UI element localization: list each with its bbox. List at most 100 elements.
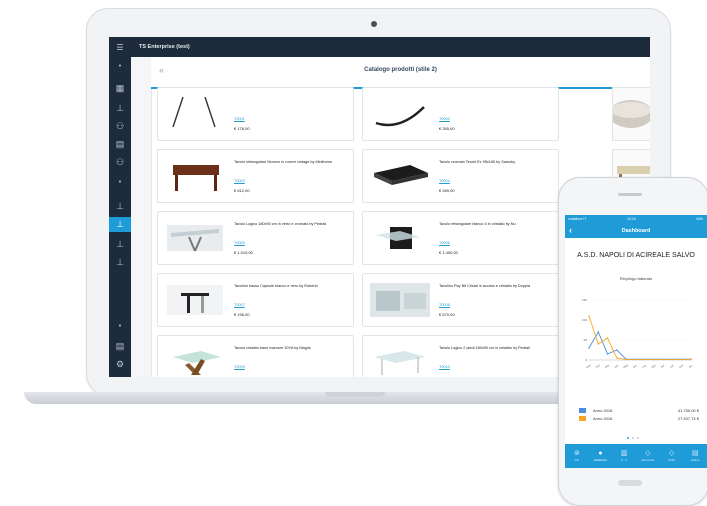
product-code-link[interactable]: T0004 bbox=[439, 179, 450, 183]
app-title: TS Enterprise (test) bbox=[139, 44, 190, 50]
product-price: € 289,00 bbox=[439, 188, 455, 193]
tag-icon: ◇ bbox=[668, 450, 675, 457]
hierarchy-icon[interactable]: ⊥ bbox=[109, 199, 131, 214]
product-image bbox=[367, 94, 433, 134]
data-point bbox=[588, 315, 590, 317]
status-bar: vodafone IT 10:15 44% bbox=[565, 215, 707, 223]
data-point bbox=[625, 358, 627, 361]
sidebar-bullet-icon[interactable]: • bbox=[109, 319, 131, 334]
clipboard-icon[interactable]: ▤ bbox=[109, 137, 131, 152]
tab-bar: ⊚ Info ● Dashboard ▥ K - V ◇ Documenti ◇ Ordi… bbox=[565, 444, 707, 468]
product-card[interactable]: Tavolo Logico 180x90 cm in vetro e croma… bbox=[157, 211, 354, 265]
phone-speaker bbox=[618, 193, 642, 196]
product-name: Tavolo cristallo base marrone 30YA by Ma… bbox=[234, 346, 311, 350]
product-image bbox=[367, 156, 433, 196]
product-code-link[interactable]: T0010 bbox=[439, 365, 450, 369]
product-card[interactable]: Tavolino basso Capsule bianco e nero by … bbox=[157, 273, 354, 327]
page-indicator bbox=[627, 437, 639, 439]
app-header: ‹ Dashboard bbox=[565, 223, 707, 238]
product-name: Tavolo Logico 180x90 cm in vetro e croma… bbox=[234, 222, 327, 226]
product-code-link[interactable]: T0003 bbox=[234, 179, 245, 183]
data-point bbox=[588, 347, 590, 349]
legend-label: Anno 2016 bbox=[593, 416, 613, 421]
product-price: € 178,00 bbox=[234, 126, 250, 131]
product-card[interactable]: Tavolo rettangolare bianco 4 in cristall… bbox=[362, 211, 559, 265]
x-tick-label: Dic bbox=[688, 363, 694, 369]
product-image bbox=[162, 342, 228, 377]
product-card-partial[interactable] bbox=[612, 87, 650, 141]
product-price: € 265,00 bbox=[439, 126, 455, 131]
sidebar: • ▦ ⊥ ⚇ ▤ ⚇ • ⊥ ⊥ ⊥ ⊥ • ▤ ⚙ bbox=[109, 57, 131, 377]
product-code-link[interactable]: T0006 bbox=[439, 241, 450, 245]
x-tick-label: Set bbox=[660, 363, 666, 369]
product-price: € 1.015,00 bbox=[234, 250, 253, 255]
product-code-link[interactable]: T0001 bbox=[234, 117, 245, 121]
data-point bbox=[597, 343, 599, 345]
product-image bbox=[162, 218, 228, 258]
product-card[interactable]: Tavolo Logico 2 piedi 180x90 cm in crist… bbox=[362, 335, 559, 377]
product-name: Tavolino Pay Bit Cristal in acciaio e cr… bbox=[439, 284, 530, 288]
product-card[interactable]: Tavolo rettangolare Moreno in rovere vin… bbox=[157, 149, 354, 203]
back-chevron-icon[interactable]: ‹ bbox=[569, 225, 572, 235]
x-tick-label: Giu bbox=[632, 363, 638, 369]
hierarchy-icon[interactable]: ⊥ bbox=[109, 237, 131, 252]
tab-fatture[interactable]: ▤ Fatture bbox=[683, 444, 707, 468]
x-tick-label: Gen bbox=[585, 363, 592, 369]
clipboard-icon[interactable]: ▤ bbox=[109, 339, 131, 354]
product-image bbox=[162, 94, 228, 134]
battery-level: 44% bbox=[695, 217, 703, 221]
tab-kv[interactable]: ▥ K - V bbox=[612, 444, 636, 468]
home-button[interactable] bbox=[618, 480, 642, 486]
product-code-link[interactable]: T0009 bbox=[234, 365, 245, 369]
sidebar-bullet-icon[interactable]: • bbox=[109, 175, 131, 190]
product-card[interactable]: T0002 € 265,00 bbox=[362, 87, 559, 141]
users-icon[interactable]: ⚇ bbox=[109, 155, 131, 170]
menu-icon[interactable]: ☰ bbox=[109, 43, 131, 52]
y-tick-label: 0 bbox=[585, 358, 587, 362]
product-code-link[interactable]: T0005 bbox=[234, 241, 245, 245]
legend-value: 27.407,74 € bbox=[677, 416, 699, 421]
product-card[interactable]: Tavolo cristallo base marrone 30YA by Ma… bbox=[157, 335, 354, 377]
y-tick-label: 150 bbox=[582, 298, 587, 302]
legend-value: 41.750,00 € bbox=[677, 408, 699, 413]
grid-icon[interactable]: ▦ bbox=[109, 81, 131, 96]
hierarchy-icon-active[interactable]: ⊥ bbox=[109, 217, 131, 232]
carrier-label: vodafone IT bbox=[568, 217, 587, 221]
data-point bbox=[653, 358, 655, 361]
data-point bbox=[606, 337, 609, 339]
x-tick-label: Feb bbox=[595, 363, 601, 369]
page-header: « Catalogo prodotti (stile 2) bbox=[151, 57, 650, 89]
legend-item: Anno 2016 27.407,74 € bbox=[579, 416, 699, 422]
dashboard-icon: ● bbox=[598, 450, 603, 457]
product-price: € 670,00 bbox=[439, 312, 455, 317]
hierarchy-icon[interactable]: ⊥ bbox=[109, 101, 131, 116]
tab-ordini[interactable]: ◇ Ordini bbox=[660, 444, 684, 468]
settings-icon[interactable]: ⚙ bbox=[109, 357, 131, 372]
laptop-notch bbox=[325, 392, 385, 397]
tab-dashboard[interactable]: ● Dashboard bbox=[589, 444, 613, 468]
tab-info[interactable]: ⊚ Info bbox=[565, 444, 589, 468]
x-tick-label: Apr bbox=[613, 363, 619, 369]
product-code-link[interactable]: T0007 bbox=[234, 303, 245, 307]
users-icon[interactable]: ⚇ bbox=[109, 119, 131, 134]
info-icon: ⊚ bbox=[573, 450, 580, 457]
x-tick-label: Nov bbox=[678, 363, 685, 369]
product-image bbox=[162, 280, 228, 320]
sub-panel bbox=[131, 57, 152, 377]
page-title: Catalogo prodotti (stile 2) bbox=[364, 67, 437, 73]
data-point bbox=[616, 349, 618, 351]
x-tick-label: Mag bbox=[622, 363, 629, 369]
hierarchy-icon[interactable]: ⊥ bbox=[109, 255, 131, 270]
organization-name: A.S.D. NAPOLI DI ACIREALE SALVO bbox=[577, 252, 695, 259]
product-image bbox=[367, 280, 433, 320]
product-code-link[interactable]: T0008 bbox=[439, 303, 450, 307]
product-code-link[interactable]: T0002 bbox=[439, 117, 450, 121]
sidebar-bullet-icon[interactable]: • bbox=[109, 59, 131, 74]
product-card[interactable]: Tavolo cromato Teorie Ex 95x165 by Samob… bbox=[362, 149, 559, 203]
product-card[interactable]: T0001 € 178,00 bbox=[157, 87, 354, 141]
product-name: Tavolo cromato Teorie Ex 95x165 by Samob… bbox=[439, 160, 516, 164]
status-time: 10:15 bbox=[627, 217, 636, 221]
product-card[interactable]: Tavolino Pay Bit Cristal in acciaio e cr… bbox=[362, 273, 559, 327]
product-price: € 1.400,00 bbox=[439, 250, 458, 255]
tab-documenti[interactable]: ◇ Documenti bbox=[636, 444, 660, 468]
